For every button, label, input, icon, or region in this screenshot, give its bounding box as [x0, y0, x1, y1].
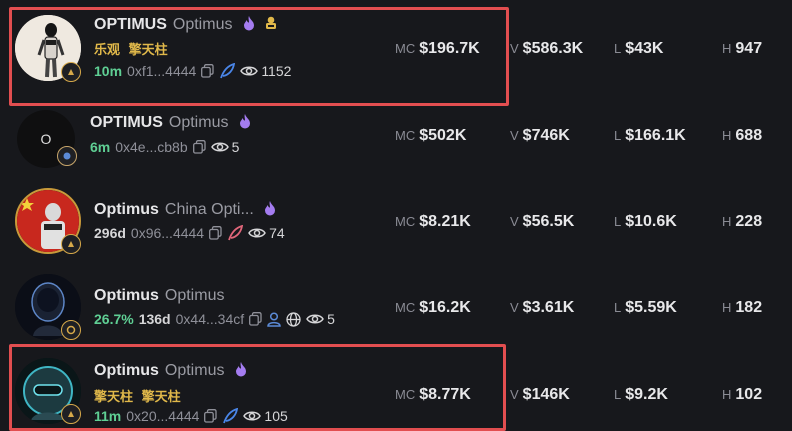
- h-label: H: [722, 387, 732, 402]
- copy-icon[interactable]: [249, 312, 262, 326]
- h-value: 688: [735, 127, 763, 144]
- token-address[interactable]: 0x96...4444: [131, 225, 204, 241]
- mc-value: $16.2K: [419, 299, 471, 316]
- v-value: $586.3K: [522, 40, 584, 57]
- user-icon[interactable]: [267, 311, 281, 327]
- holders: H 182: [722, 299, 762, 317]
- token-name[interactable]: Optimus China Opti...: [94, 201, 276, 219]
- token-fullname: Optimus: [168, 114, 229, 131]
- eye-icon: [210, 141, 229, 153]
- l-label: L: [614, 387, 622, 402]
- market-cap: MC $502K: [395, 127, 466, 145]
- token-symbol: Optimus: [94, 201, 159, 218]
- liquidity: L $5.59K: [614, 299, 677, 317]
- h-value: 102: [735, 386, 763, 403]
- globe-icon[interactable]: [286, 311, 301, 327]
- h-value: 182: [735, 299, 763, 316]
- l-value: $10.6K: [625, 213, 677, 230]
- feather-icon[interactable]: [227, 225, 244, 241]
- holders: H 688: [722, 127, 762, 145]
- l-value: $43K: [625, 40, 664, 57]
- mc-value: $502K: [419, 127, 467, 144]
- l-label: L: [614, 128, 622, 143]
- l-label: L: [614, 300, 622, 315]
- l-label: L: [614, 41, 622, 56]
- token-age: 6m: [90, 139, 111, 155]
- token-row[interactable]: Optimus China Opti... 296d 0x96...4444 74…: [0, 186, 792, 272]
- volume: V $146K: [510, 386, 570, 404]
- token-age: 136d: [138, 311, 171, 327]
- token-address[interactable]: 0x4e...cb8b: [115, 139, 187, 155]
- v-label: V: [510, 128, 519, 143]
- market-cap: MC $16.2K: [395, 299, 471, 317]
- token-age: 296d: [94, 225, 126, 241]
- copy-icon[interactable]: [209, 226, 222, 240]
- token-row[interactable]: O OPTIMUS Optimus 6m 0x4e...cb8b 5 MC $502…: [0, 108, 792, 186]
- liquidity: L $9.2K: [614, 386, 668, 404]
- v-value: $56.5K: [522, 213, 575, 230]
- holders: H 947: [722, 40, 762, 58]
- flame-icon: [239, 114, 251, 129]
- mc-label: MC: [395, 300, 416, 315]
- mc-label: MC: [395, 214, 416, 229]
- badge-icon: [61, 320, 81, 340]
- v-value: $3.61K: [522, 299, 575, 316]
- holders: H 228: [722, 213, 762, 231]
- flame-icon: [264, 201, 276, 216]
- l-value: $9.2K: [625, 386, 668, 403]
- mc-label: MC: [395, 128, 416, 143]
- mc-value: $8.21K: [419, 213, 471, 230]
- holders: H 102: [722, 386, 762, 404]
- liquidity: L $166.1K: [614, 127, 686, 145]
- v-label: V: [510, 300, 519, 315]
- h-label: H: [722, 214, 732, 229]
- token-name[interactable]: OPTIMUS Optimus: [90, 114, 251, 132]
- badge-icon: [57, 146, 77, 166]
- market-cap: MC $8.21K: [395, 213, 471, 231]
- l-value: $166.1K: [625, 127, 686, 144]
- volume: V $746K: [510, 127, 570, 145]
- token-name[interactable]: Optimus Optimus: [94, 287, 224, 305]
- v-value: $746K: [522, 127, 570, 144]
- l-label: L: [614, 214, 622, 229]
- eye-icon: [248, 227, 266, 239]
- liquidity: L $10.6K: [614, 213, 677, 231]
- token-symbol: Optimus: [94, 287, 159, 304]
- h-value: 228: [735, 213, 763, 230]
- volume: V $3.61K: [510, 299, 574, 317]
- views-count: 74: [248, 225, 285, 241]
- token-row[interactable]: Optimus Optimus 26.7% 136d 0x44...34cf 5 …: [0, 272, 792, 344]
- h-value: 947: [735, 40, 763, 57]
- token-symbol: OPTIMUS: [90, 114, 163, 131]
- l-value: $5.59K: [625, 299, 677, 316]
- v-label: V: [510, 387, 519, 402]
- badge-icon: [61, 234, 81, 254]
- views-count: 5: [306, 311, 335, 327]
- token-meta: 26.7% 136d 0x44...34cf 5: [94, 311, 335, 327]
- h-label: H: [722, 41, 732, 56]
- highlight-box: [9, 7, 509, 106]
- token-address[interactable]: 0x44...34cf: [176, 311, 245, 327]
- token-change-pct: 26.7%: [94, 311, 134, 327]
- avatar-letter: O: [40, 131, 52, 147]
- liquidity: L $43K: [614, 40, 663, 58]
- h-label: H: [722, 300, 732, 315]
- v-label: V: [510, 41, 519, 56]
- token-meta: 6m 0x4e...cb8b 5: [90, 139, 239, 155]
- views-count: 5: [210, 139, 239, 155]
- h-label: H: [722, 128, 732, 143]
- token-meta: 296d 0x96...4444 74: [94, 225, 285, 241]
- v-label: V: [510, 214, 519, 229]
- highlight-box: [9, 344, 506, 431]
- volume: V $586.3K: [510, 40, 583, 58]
- token-fullname: Optimus: [164, 287, 225, 304]
- volume: V $56.5K: [510, 213, 574, 231]
- token-fullname: China Opti...: [164, 201, 254, 218]
- v-value: $146K: [522, 386, 570, 403]
- eye-icon: [306, 313, 325, 325]
- copy-icon[interactable]: [192, 140, 206, 154]
